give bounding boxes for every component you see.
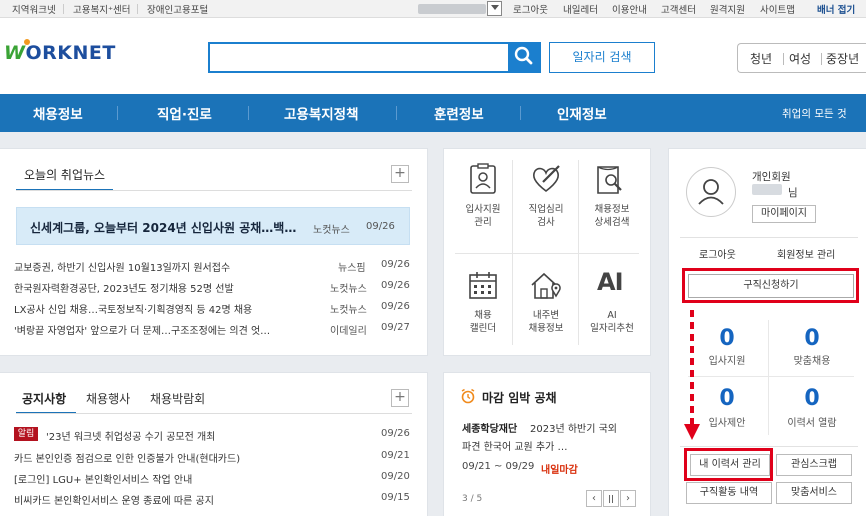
services-hdivider bbox=[455, 253, 639, 254]
logo-dot-icon bbox=[24, 39, 30, 45]
news-row[interactable]: 교보증권, 하반기 신입사원 10월13일까지 원서접수 bbox=[14, 259, 230, 274]
link-collapse-banner[interactable]: 배너 접기 bbox=[817, 2, 855, 16]
chevron-down-icon bbox=[491, 5, 499, 10]
deadline-title: 마감 임박 공채 bbox=[482, 391, 557, 405]
deadline-pager: 3 / 5 bbox=[462, 494, 483, 504]
stat-matched-count[interactable]: 0 bbox=[782, 326, 842, 351]
highlight-job-apply bbox=[682, 268, 859, 303]
link-sitemap[interactable]: 사이트맵 bbox=[760, 2, 795, 16]
news-more-button[interactable]: + bbox=[391, 165, 409, 183]
deadline-period: 09/21 ~ 09/29 bbox=[462, 461, 535, 472]
mypage-button[interactable]: 마이페이지 bbox=[752, 205, 816, 223]
tab-notice[interactable]: 공지사항 bbox=[22, 390, 66, 407]
alarm-clock-icon bbox=[461, 388, 475, 404]
scrap-button[interactable]: 관심스크랩 bbox=[776, 454, 852, 476]
nav-all-services[interactable]: 취업의 모든 것 bbox=[782, 106, 847, 121]
tab-job-fair[interactable]: 채용박람회 bbox=[150, 390, 205, 407]
deadline-due: 내일마감 bbox=[541, 465, 578, 476]
nav-welfare-policy[interactable]: 고용복지정책 bbox=[284, 103, 359, 123]
nav-career[interactable]: 직업·진로 bbox=[157, 103, 212, 123]
id-card-icon bbox=[470, 163, 496, 194]
notice-more-button[interactable]: + bbox=[391, 389, 409, 407]
deadline-text-1[interactable]: 2023년 하반기 국외 bbox=[530, 420, 617, 435]
stat-offers-count[interactable]: 0 bbox=[697, 386, 757, 411]
highlight-my-resume bbox=[684, 448, 773, 481]
activity-history-button[interactable]: 구직활동 내역 bbox=[686, 482, 772, 504]
calendar-icon bbox=[469, 272, 497, 299]
pager-pause-button[interactable]: || bbox=[603, 490, 619, 507]
news-row[interactable]: LX공사 신입 채용…국토정보직·기획경영직 등 42명 채용 bbox=[14, 301, 252, 316]
blurred-username bbox=[418, 4, 486, 14]
news-divider bbox=[16, 190, 412, 191]
notice-row[interactable]: 비씨카드 본인확인서비스 운영 종료에 따른 공지 bbox=[14, 492, 214, 507]
links-divider bbox=[680, 446, 858, 447]
link-regional-worknet[interactable]: 지역워크넷 bbox=[12, 2, 56, 16]
avatar bbox=[686, 167, 736, 217]
annotation-arrow-icon bbox=[684, 310, 700, 440]
services-vdivider-2 bbox=[578, 160, 579, 345]
custom-service-button[interactable]: 맞춤서비스 bbox=[776, 482, 852, 504]
stat-applications-count[interactable]: 0 bbox=[697, 326, 757, 351]
stat-matched-label: 맞춤채용 bbox=[793, 356, 831, 367]
document-search-icon bbox=[597, 166, 622, 194]
audience-segment: 청년 여성 중장년 bbox=[737, 43, 866, 73]
deadline-org[interactable]: 세종학당재단 bbox=[462, 420, 517, 435]
deadline-text-2[interactable]: 파견 한국어 교원 추가 … bbox=[462, 438, 568, 453]
member-manage-link[interactable]: 회원정보 관리 bbox=[777, 246, 835, 261]
search-button[interactable] bbox=[510, 42, 541, 73]
link-tomorrow-letter[interactable]: 내일레터 bbox=[563, 2, 598, 16]
house-location-icon bbox=[531, 272, 561, 299]
logout-link[interactable]: 로그아웃 bbox=[699, 246, 736, 261]
link-customer-center[interactable]: 고객센터 bbox=[661, 2, 696, 16]
link-employment-center[interactable]: 고용복지⁺센터 bbox=[73, 2, 130, 16]
services-vdivider-1 bbox=[512, 160, 513, 345]
notice-alert-badge: 알림 bbox=[14, 427, 38, 441]
search-input[interactable] bbox=[208, 42, 510, 73]
news-row[interactable]: 한국원자력환경공단, 2023년도 정기채용 52명 선발 bbox=[14, 280, 234, 295]
segment-youth[interactable]: 청년 bbox=[750, 50, 772, 67]
job-search-button[interactable]: 일자리 검색 bbox=[549, 42, 655, 73]
worknet-logo[interactable]: WORKNET bbox=[4, 39, 116, 64]
segment-women[interactable]: 여성 bbox=[789, 50, 811, 67]
search-icon bbox=[514, 46, 533, 65]
link-remote-support[interactable]: 원격지원 bbox=[710, 2, 745, 16]
heart-pencil-icon bbox=[532, 165, 560, 193]
segment-middle-aged[interactable]: 중장년 bbox=[826, 50, 859, 67]
top-utility-bar: 지역워크넷 고용복지⁺센터 장애인고용포털 로그아웃 내일레터 이용안내 고객센… bbox=[0, 0, 866, 18]
nav-training[interactable]: 훈련정보 bbox=[434, 103, 484, 123]
nav-talent[interactable]: 인재정보 bbox=[557, 103, 607, 123]
tab-recruit-event[interactable]: 채용행사 bbox=[86, 390, 130, 407]
news-panel-title[interactable]: 오늘의 취업뉴스 bbox=[24, 166, 105, 183]
link-logout[interactable]: 로그아웃 bbox=[513, 2, 548, 16]
nav-job-info[interactable]: 채용정보 bbox=[33, 103, 83, 123]
news-row[interactable]: '벼랑끝 자영업자' 앞으로가 더 문제…구조조정에는 의견 엇… bbox=[14, 322, 270, 337]
blurred-member-name bbox=[752, 184, 782, 195]
notice-row[interactable]: [로그인] LGU+ 본인확인서비스 작업 안내 bbox=[14, 471, 192, 486]
news-headline-text: 신세계그룹, 오늘부터 2024년 신입사원 공채…백… bbox=[30, 221, 297, 235]
ai-icon: AI bbox=[597, 268, 623, 296]
main-nav: 채용정보 직업·진로 고용복지정책 훈련정보 인재정보 취업의 모든 것 bbox=[0, 94, 866, 132]
pager-next-button[interactable]: › bbox=[620, 490, 636, 507]
dropdown-toggle[interactable] bbox=[487, 1, 502, 16]
stats-hdivider bbox=[688, 376, 854, 377]
member-name-suffix: 님 bbox=[788, 187, 798, 199]
news-headline-date: 09/26 bbox=[366, 221, 395, 232]
link-guide[interactable]: 이용안내 bbox=[612, 2, 647, 16]
pager-prev-button[interactable]: ‹ bbox=[586, 490, 602, 507]
user-icon bbox=[698, 179, 724, 205]
member-divider bbox=[680, 237, 858, 238]
member-type: 개인회원 bbox=[752, 171, 791, 183]
news-headline-source: 노컷뉴스 bbox=[313, 225, 350, 236]
stat-resume-views-count[interactable]: 0 bbox=[782, 386, 842, 411]
notice-divider bbox=[16, 413, 412, 414]
stats-vdivider bbox=[768, 320, 769, 435]
link-disability-portal[interactable]: 장애인고용포털 bbox=[147, 2, 208, 16]
notice-row[interactable]: '23년 워크넷 취업성공 수기 공모전 개최 bbox=[46, 428, 215, 443]
stat-resume-views-label: 이력서 열람 bbox=[787, 418, 837, 429]
notice-row[interactable]: 카드 본인인증 점검으로 인한 인증불가 안내(현대카드) bbox=[14, 450, 240, 465]
